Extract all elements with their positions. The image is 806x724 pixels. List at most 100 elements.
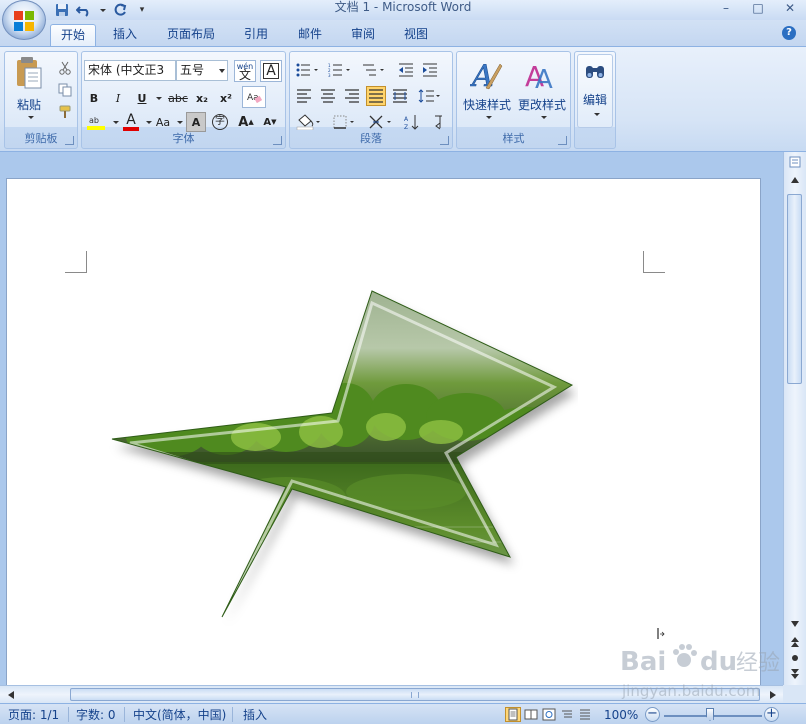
change-styles-button[interactable]: A A 更改样式 xyxy=(514,56,570,130)
subscript-button[interactable]: x₂ xyxy=(192,88,212,108)
document-area[interactable] xyxy=(0,152,783,685)
italic-button[interactable]: I xyxy=(108,88,128,108)
star-picture[interactable] xyxy=(106,287,578,632)
align-center-button[interactable] xyxy=(318,86,338,106)
enclose-characters-button[interactable]: 字 xyxy=(210,112,230,132)
bullets-button[interactable] xyxy=(294,60,322,80)
change-case-dropdown-icon[interactable] xyxy=(177,121,183,124)
paste-button[interactable]: 粘贴 xyxy=(11,56,47,130)
clipboard-launcher-icon[interactable] xyxy=(65,136,74,145)
align-left-icon xyxy=(297,89,311,103)
svg-text:ab: ab xyxy=(89,116,99,125)
tab-mailings[interactable]: 邮件 xyxy=(290,24,330,47)
scroll-up-icon[interactable] xyxy=(786,172,803,188)
window-controls: – □ ✕ xyxy=(710,0,806,18)
grow-font-button[interactable]: A ▲ xyxy=(236,112,256,132)
help-icon[interactable]: ? xyxy=(782,26,796,40)
underline-button[interactable]: U xyxy=(132,88,152,108)
change-styles-icon: A A xyxy=(525,60,553,92)
borders-button[interactable] xyxy=(330,112,360,132)
tab-home[interactable]: 开始 xyxy=(50,24,96,47)
styles-launcher-icon[interactable] xyxy=(558,136,567,145)
close-button[interactable]: ✕ xyxy=(774,0,806,18)
word-count[interactable]: 字数: 0 xyxy=(76,707,116,723)
next-page-icon[interactable] xyxy=(786,666,803,682)
maximize-button[interactable]: □ xyxy=(742,0,774,18)
outline-view-icon[interactable] xyxy=(559,707,575,722)
highlight-dropdown-icon[interactable] xyxy=(113,121,119,124)
web-layout-view-icon[interactable] xyxy=(541,707,557,722)
character-border-button[interactable]: A xyxy=(260,60,282,82)
sort-button[interactable]: AZ xyxy=(402,112,422,132)
draft-view-icon[interactable] xyxy=(577,707,593,722)
format-painter-icon[interactable] xyxy=(55,102,75,122)
shrink-font-button[interactable]: A ▼ xyxy=(260,112,280,132)
quick-styles-dropdown-icon xyxy=(486,116,492,119)
text-highlight-button[interactable]: ab xyxy=(84,112,110,132)
eraser-icon: Aa xyxy=(247,93,262,104)
line-spacing-button[interactable] xyxy=(416,86,444,106)
zoom-level[interactable]: 100% xyxy=(604,707,638,723)
paragraph-group: 123 A Z 段落 xyxy=(289,51,453,149)
phonetic-guide-button[interactable]: wén 文 xyxy=(234,60,256,82)
editing-label: 编辑 xyxy=(582,93,607,107)
font-name-combo[interactable]: 宋体 (中文正3 xyxy=(84,60,176,81)
tab-insert[interactable]: 插入 xyxy=(105,24,145,47)
superscript-button[interactable]: x² xyxy=(216,88,236,108)
full-screen-reading-view-icon[interactable] xyxy=(523,707,539,722)
increase-indent-button[interactable] xyxy=(420,60,440,80)
scroll-down-icon[interactable] xyxy=(786,616,803,632)
underline-dropdown-icon[interactable] xyxy=(156,97,162,100)
font-size-combo[interactable]: 五号 xyxy=(176,60,228,81)
font-launcher-icon[interactable] xyxy=(273,136,282,145)
change-styles-label: 更改样式 xyxy=(517,98,566,112)
tab-references[interactable]: 引用 xyxy=(236,24,276,47)
shading-button[interactable] xyxy=(294,112,324,132)
scroll-left-icon[interactable] xyxy=(2,687,19,703)
print-layout-view-icon[interactable] xyxy=(505,707,521,722)
distributed-button[interactable] xyxy=(390,86,410,106)
select-browse-object-icon[interactable] xyxy=(786,650,803,666)
strikethrough-button[interactable]: abc xyxy=(166,88,190,108)
vertical-scroll-thumb[interactable] xyxy=(787,194,802,384)
clear-formatting-button[interactable]: Aa xyxy=(242,86,266,108)
show-marks-button[interactable] xyxy=(428,112,448,132)
bold-button[interactable]: B xyxy=(84,88,104,108)
top-right-margin-mark xyxy=(643,251,665,273)
editing-button[interactable]: 编辑 xyxy=(577,54,613,128)
change-case-button[interactable]: Aa xyxy=(152,112,174,132)
paste-label: 粘贴 xyxy=(16,98,41,112)
align-right-button[interactable] xyxy=(342,86,362,106)
previous-page-icon[interactable] xyxy=(786,634,803,650)
zoom-in-icon[interactable]: + xyxy=(764,707,779,722)
editing-dropdown-icon xyxy=(594,113,600,116)
paste-icon xyxy=(17,57,42,89)
character-shading-button[interactable]: A xyxy=(186,112,206,132)
tab-page-layout[interactable]: 页面布局 xyxy=(160,24,222,47)
insert-mode-indicator[interactable]: 插入 xyxy=(243,707,267,723)
justify-button[interactable] xyxy=(366,86,386,106)
font-color-button[interactable]: A xyxy=(120,112,142,132)
editing-group: 编辑 xyxy=(574,51,616,149)
top-left-margin-mark xyxy=(65,251,87,273)
page-count[interactable]: 页面: 1/1 xyxy=(8,707,59,723)
vertical-scrollbar[interactable] xyxy=(783,152,806,685)
tab-view[interactable]: 视图 xyxy=(396,24,436,47)
align-left-button[interactable] xyxy=(294,86,314,106)
zoom-out-icon[interactable]: − xyxy=(645,707,660,722)
ruler-toggle-icon[interactable] xyxy=(786,154,803,170)
quick-styles-button[interactable]: A 快速样式 xyxy=(459,56,515,130)
numbering-button[interactable]: 123 xyxy=(326,60,354,80)
multilevel-list-button[interactable] xyxy=(360,60,388,80)
minimize-button[interactable]: – xyxy=(710,0,742,18)
cut-icon[interactable] xyxy=(55,58,75,78)
svg-text:3: 3 xyxy=(328,73,331,77)
paragraph-launcher-icon[interactable] xyxy=(440,136,449,145)
office-button[interactable] xyxy=(2,0,46,40)
chinese-layout-button[interactable] xyxy=(366,112,398,132)
decrease-indent-button[interactable] xyxy=(396,60,416,80)
tab-review[interactable]: 审阅 xyxy=(343,24,383,47)
copy-icon[interactable] xyxy=(55,80,75,100)
language-indicator[interactable]: 中文(简体，中国) xyxy=(133,707,226,723)
document-page[interactable] xyxy=(6,178,761,685)
